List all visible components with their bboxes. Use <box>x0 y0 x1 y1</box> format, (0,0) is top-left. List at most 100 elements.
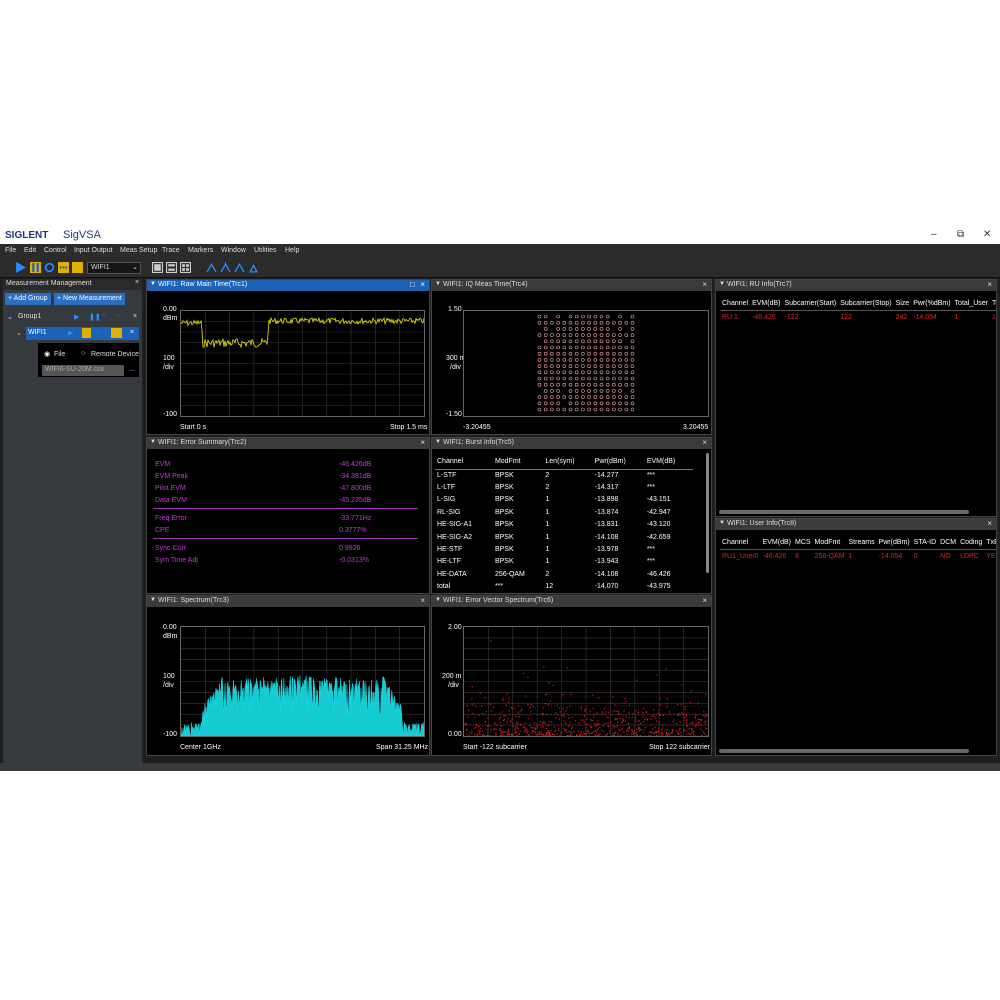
repeat-icon[interactable]: ○ <box>102 312 106 319</box>
close-icon[interactable]: × <box>702 438 707 447</box>
maximize-icon[interactable]: □ <box>410 280 415 289</box>
collapse-icon[interactable]: ▼ <box>435 597 441 603</box>
measurement-management-title: Measurement Management <box>6 280 92 287</box>
marker-peak-icon[interactable] <box>220 262 231 273</box>
table-row[interactable]: L-STF BPSK 2 -14.277 *** <box>435 469 693 481</box>
table-row[interactable]: HE-STF BPSK 1 -13.978 *** <box>435 543 693 555</box>
pause-icon[interactable]: ❚❚ <box>89 313 101 321</box>
collapse-icon[interactable]: ▼ <box>719 281 725 287</box>
measurement-select[interactable]: WIFI1 ⌄ <box>87 262 141 274</box>
panel-spectrum[interactable]: ▼ WIFI1: Spectrum(Trc3) × 0.00 dBm 100 /di… <box>146 595 430 756</box>
restore-icon[interactable]: ⧉ <box>957 229 964 240</box>
table-row[interactable]: RL-SIG BPSK 1 -13.874 -42.947 <box>435 506 693 518</box>
column-header: Subcarrier(Stop) <box>840 299 892 307</box>
new-measurement-button[interactable]: + New Measurement <box>54 293 125 305</box>
play-icon[interactable]: ▶ <box>74 313 79 321</box>
menu-trace[interactable]: Trace <box>162 247 180 254</box>
divider <box>153 508 418 509</box>
panel-error-vector-spectrum[interactable]: ▼ WIFI1: Error Vector Spectrum(Trc6) × 2.0… <box>431 595 712 756</box>
close-icon[interactable]: × <box>702 280 707 289</box>
iq-plot[interactable] <box>463 310 709 417</box>
table-row[interactable]: total *** 12 -14.070 -43.975 <box>435 581 693 592</box>
menu-control[interactable]: Control <box>44 247 67 254</box>
close-icon[interactable]: × <box>420 596 425 605</box>
x-stop-label: Span 31.25 MHz <box>376 744 429 751</box>
menu-utilities[interactable]: Utilities <box>254 247 277 254</box>
repeat-icon[interactable] <box>44 262 55 273</box>
menu-markers[interactable]: Markers <box>188 247 213 254</box>
collapse-icon[interactable]: ▼ <box>435 281 441 287</box>
layout-grid-icon[interactable] <box>180 262 191 273</box>
panel-ru-info[interactable]: ▼ WIFI1: RU Info(Trc7) × Channel EVM(dB) Sub… <box>715 279 997 517</box>
marker-delta-icon[interactable] <box>248 262 259 273</box>
close-icon[interactable]: × <box>130 329 134 336</box>
close-icon[interactable]: × <box>420 280 425 289</box>
panel-iq-meas-time[interactable]: ▼ WIFI1: IQ Meas Time(Trc4) × 1.50 300 m /… <box>431 279 712 435</box>
collapse-icon[interactable]: ▼ <box>719 520 725 526</box>
radio-remote-icon[interactable]: ○ <box>81 350 85 357</box>
browse-button[interactable]: ... <box>129 366 135 373</box>
table-row[interactable]: RU 1 -46.426 -122 122 242 -14.054 1 1 <box>720 310 996 324</box>
close-icon[interactable]: ✕ <box>983 229 991 240</box>
layout-single-icon[interactable] <box>152 262 163 273</box>
add-group-button[interactable]: + Add Group <box>5 293 51 305</box>
panel-user-info[interactable]: ▼ WIFI1: User Info(Trc8) × Channel EVM(dB) M… <box>715 518 997 756</box>
panel-error-summary[interactable]: ▼ WIFI1: Error Summary(Trc2) × EVM -46.426d… <box>146 437 430 594</box>
play-icon[interactable] <box>15 262 26 273</box>
measurement-management-panel: Measurement Management × + Add Group + Ne… <box>3 279 142 766</box>
horizontal-scrollbar[interactable] <box>719 510 969 514</box>
y-bottom-label: 0.00 <box>448 731 462 738</box>
minimize-icon[interactable]: – <box>931 229 937 240</box>
pause-icon[interactable] <box>82 328 91 338</box>
chevron-down-icon: ⌄ <box>132 264 138 271</box>
more-icon[interactable]: ··· <box>116 312 123 319</box>
panel-raw-main-time[interactable]: ▼ WIFI1: Raw Main Time(Trc1) □ × 0.00 dBm 1… <box>146 279 430 435</box>
menu-meas-setup[interactable]: Meas Setup <box>120 247 157 254</box>
table-row[interactable]: L-SIG BPSK 1 -13.898 -43.151 <box>435 494 693 506</box>
table-row[interactable]: L-LTF BPSK 2 -14.317 *** <box>435 481 693 493</box>
menu-window[interactable]: Window <box>221 247 246 254</box>
table-row[interactable]: HE-SIG-A1 BPSK 1 -13.831 -43.120 <box>435 519 693 531</box>
file-path-input[interactable]: WIFI6-SU-20M.csv <box>42 365 124 376</box>
close-icon[interactable]: × <box>133 313 137 320</box>
group-row[interactable]: ⌄ Group1 ▶ ❚❚ ○ ··· × <box>6 311 139 324</box>
title-bar: SIGLENT SigVSA – ⧉ ✕ <box>0 228 1000 244</box>
menu-file[interactable]: File <box>5 247 16 254</box>
column-header: Channel <box>722 299 749 307</box>
new-measurement-label: New Measurement <box>63 295 122 302</box>
spectrum-plot[interactable] <box>180 626 425 737</box>
vertical-scrollbar[interactable] <box>706 453 709 573</box>
play-icon[interactable]: ▶ <box>68 329 73 337</box>
close-icon[interactable]: × <box>987 519 992 528</box>
table-cell: BPSK <box>494 471 514 479</box>
evs-plot[interactable] <box>463 626 709 738</box>
time-plot[interactable] <box>180 310 425 417</box>
table-cell: total <box>437 583 451 591</box>
table-row[interactable]: HE-SIG-A2 BPSK 1 -14.108 -42.659 <box>435 531 693 543</box>
repeat-icon[interactable]: ○ <box>96 328 100 335</box>
layout-rows-icon[interactable] <box>166 262 177 273</box>
tile-icon[interactable] <box>72 262 83 273</box>
pause-icon[interactable] <box>30 262 41 273</box>
close-icon[interactable]: × <box>702 596 707 605</box>
more-icon[interactable] <box>58 262 69 273</box>
menu-help[interactable]: Help <box>285 247 299 254</box>
collapse-icon[interactable]: ▼ <box>150 281 156 287</box>
table-cell: 1 <box>545 521 550 529</box>
marker-icon[interactable] <box>206 262 217 273</box>
close-icon[interactable]: × <box>135 279 139 286</box>
radio-file-icon[interactable]: ◉ <box>44 350 50 358</box>
table-row[interactable]: HE-LTF BPSK 1 -13.943 *** <box>435 556 693 568</box>
horizontal-scrollbar[interactable] <box>719 749 969 753</box>
collapse-icon[interactable]: ▼ <box>435 439 441 445</box>
table-row[interactable]: HE-DATA 256-QAM 2 -14.108 -46.426 <box>435 568 693 580</box>
meas-row-wifi1[interactable]: WIFI1 ▶ ○ × <box>26 327 139 340</box>
panel-burst-info[interactable]: ▼ WIFI1: Burst Info(Trc5) × Channel ModFmt L… <box>431 437 712 594</box>
close-icon[interactable]: × <box>987 280 992 289</box>
collapse-icon[interactable]: ▼ <box>150 597 156 603</box>
marker-next-icon[interactable] <box>234 262 245 273</box>
table-row[interactable]: RU1_User0 -46.426 8 256-QAM 1 -14.054 0 NO LDPC Y… <box>720 549 996 563</box>
menu-input-output[interactable]: Input Output <box>74 247 113 254</box>
more-icon[interactable] <box>111 328 122 338</box>
menu-edit[interactable]: Edit <box>24 247 36 254</box>
